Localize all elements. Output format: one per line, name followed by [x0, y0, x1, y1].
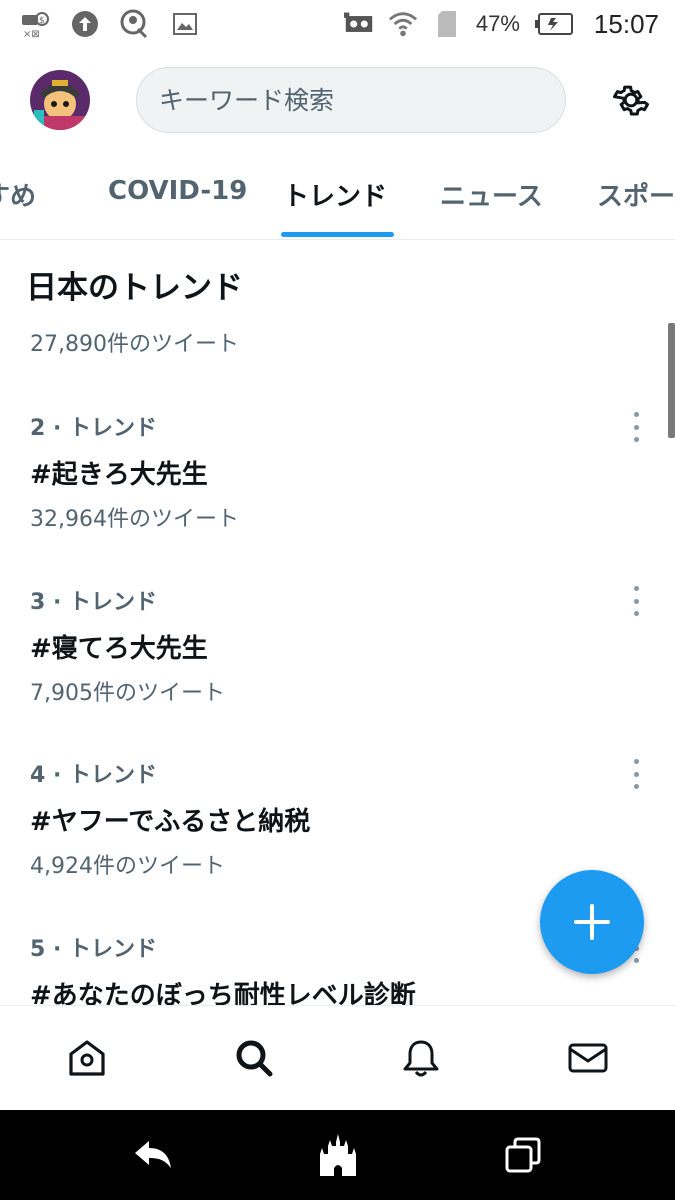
trend-meta: 2 · トレンド [30, 416, 157, 441]
tab-recommended[interactable]: すすめ [0, 176, 36, 213]
svg-text:$: $ [39, 16, 45, 26]
tab-covid19[interactable]: COVID-19 [108, 176, 247, 206]
image-icon [170, 9, 200, 39]
scrollbar[interactable] [668, 323, 675, 438]
tab-indicator [281, 232, 394, 237]
trend-count: 7,905件のツイート [30, 681, 225, 706]
battery-percent: 47% [475, 11, 520, 36]
wifi-icon [388, 9, 418, 39]
castle-home-icon[interactable] [313, 1130, 363, 1180]
mail-icon[interactable] [558, 1028, 618, 1088]
status-bar: $ ×⊠ 47% 15:07 [0, 0, 675, 48]
cassette-icon [343, 9, 374, 39]
trend-meta: 3 · トレンド [30, 590, 157, 615]
tab-sports[interactable]: スポーツ [597, 176, 675, 213]
profile-avatar[interactable] [30, 70, 90, 130]
upload-icon [70, 9, 100, 39]
recent-apps-icon[interactable] [498, 1130, 548, 1180]
trend-name[interactable]: #起きろ大先生 [30, 454, 650, 491]
clock: 15:07 [593, 8, 659, 39]
more-options-icon[interactable] [630, 759, 642, 789]
more-options-icon[interactable] [630, 412, 642, 442]
trend-meta: 4 · トレンド [30, 763, 157, 788]
trend-item[interactable]: 2 · トレンド #起きろ大先生 32,964件のツイート [30, 410, 650, 533]
status-left: $ ×⊠ [20, 9, 200, 39]
compose-button[interactable] [540, 870, 644, 974]
bottom-nav [0, 1005, 675, 1110]
trend-item[interactable]: 3 · トレンド #寝てろ大先生 7,905件のツイート [30, 584, 650, 707]
gear-icon[interactable] [609, 78, 653, 122]
account-icon [120, 9, 150, 39]
svg-text:×⊠: ×⊠ [23, 29, 40, 39]
trend-item[interactable]: 4 · トレンド #ヤフーでふるさと納税 4,924件のツイート [30, 757, 650, 880]
trend-1-count: 27,890件のツイート [30, 332, 239, 357]
tab-trends[interactable]: トレンド [283, 176, 387, 213]
bell-icon[interactable] [391, 1028, 451, 1088]
trend-count: 4,924件のツイート [30, 854, 225, 879]
sim-icon [432, 9, 462, 39]
battery-icon [534, 9, 574, 39]
tab-news[interactable]: ニュース [440, 176, 543, 213]
search-box[interactable] [136, 67, 566, 133]
trend-name[interactable]: #ヤフーでふるさと納税 [30, 801, 650, 838]
header [0, 48, 675, 152]
system-nav-bar [0, 1110, 675, 1200]
tab-bar: すすめ COVID-19 トレンド ニュース スポーツ [0, 152, 675, 240]
search-input[interactable] [159, 85, 565, 115]
more-options-icon[interactable] [630, 586, 642, 616]
back-arrow-icon[interactable] [128, 1130, 178, 1180]
trend-count: 32,964件のツイート [30, 507, 239, 532]
section-title: 日本のトレンド [26, 270, 243, 306]
plus-icon [574, 904, 610, 940]
usb-debug-icon: $ ×⊠ [20, 9, 50, 39]
status-right: 47% 15:07 [343, 8, 659, 40]
trend-name[interactable]: #寝てろ大先生 [30, 628, 650, 665]
home-icon[interactable] [57, 1028, 117, 1088]
search-icon[interactable] [224, 1028, 284, 1088]
